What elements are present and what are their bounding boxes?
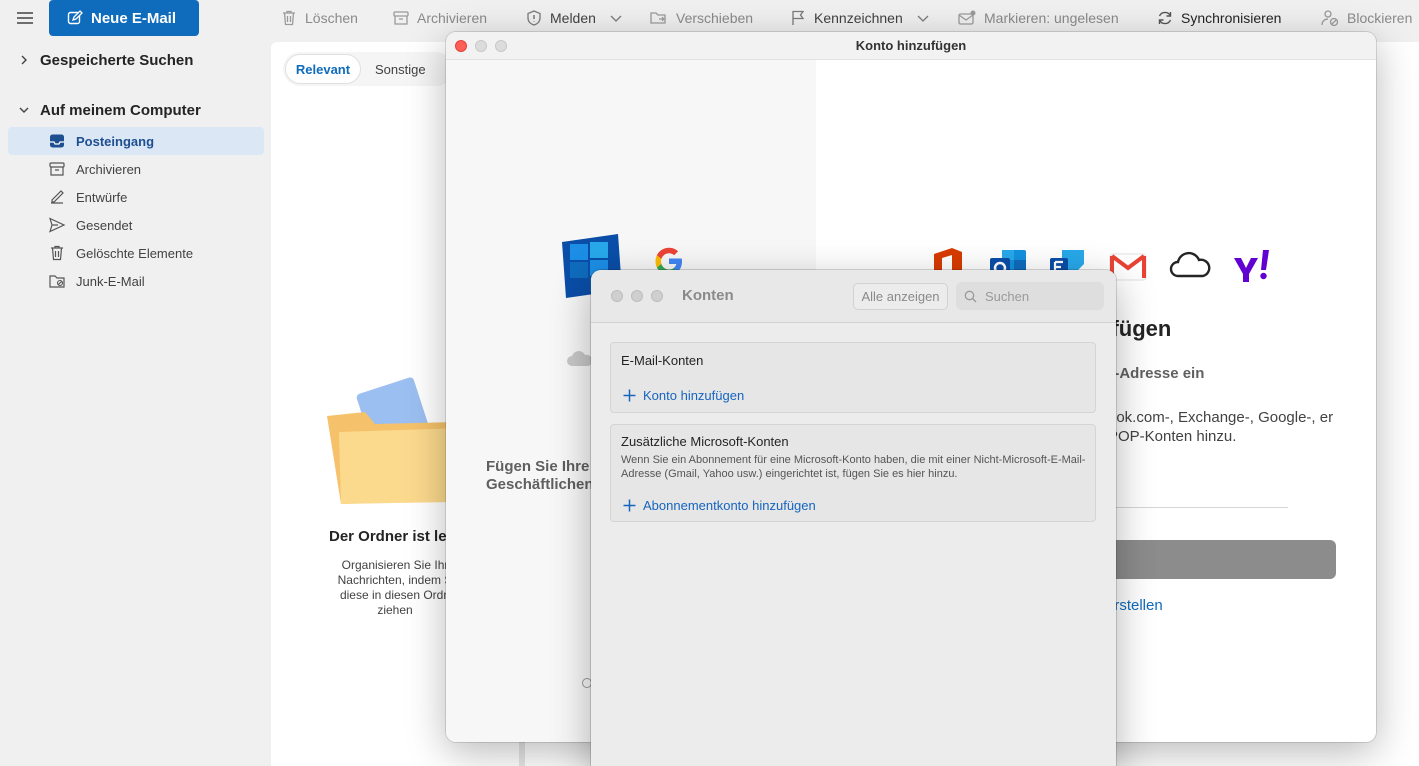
minimize-window-button[interactable] — [631, 290, 643, 302]
archive-button[interactable]: Archivieren — [392, 8, 487, 28]
chevron-down-icon[interactable] — [609, 11, 623, 25]
compose-icon — [67, 10, 83, 25]
tab-other[interactable]: Sonstige — [375, 54, 445, 84]
draft-icon — [51, 190, 64, 204]
section-label: Auf meinem Computer — [40, 101, 201, 119]
microsoft-accounts-card: Zusätzliche Microsoft-Konten Wenn Sie ei… — [610, 424, 1096, 522]
flag-button[interactable]: Kennzeichnen — [789, 8, 930, 28]
icloud-icon — [567, 351, 593, 366]
add-account-label: Konto hinzufügen — [643, 388, 745, 403]
add-account-instruction: il-Adresse ein — [1106, 365, 1205, 382]
archive-icon — [49, 162, 65, 176]
on-my-computer-section[interactable]: Auf meinem Computer — [18, 98, 201, 122]
add-account-description: ook.com-, Exchange-, Google-, er POP-Kon… — [1108, 409, 1334, 445]
block-button[interactable]: Blockieren — [1320, 8, 1412, 28]
mark-unread-button[interactable]: Markieren: ungelesen — [957, 8, 1119, 28]
move-button[interactable]: Verschieben — [649, 8, 753, 28]
accounts-titlebar: Konten Alle anzeigen Suchen — [591, 270, 1116, 323]
sent-icon — [49, 217, 66, 233]
window-titlebar: Konto hinzufügen — [446, 32, 1376, 60]
archive-label: Archivieren — [417, 10, 488, 26]
plus-icon — [623, 499, 636, 512]
chevron-right-icon — [21, 55, 27, 65]
show-all-button[interactable]: Alle anzeigen — [853, 283, 948, 310]
yahoo-icon — [1234, 250, 1269, 282]
add-subscription-label: Abonnementkonto hinzufügen — [643, 498, 816, 513]
email-accounts-card: E-Mail-Konten Konto hinzufügen — [610, 342, 1096, 413]
folder-label: Gesendet — [76, 217, 133, 233]
pane-divider[interactable] — [519, 738, 525, 766]
icloud-icon — [1169, 251, 1211, 278]
folder-junk[interactable]: Junk-E-Mail — [8, 267, 264, 295]
pivot-tabs: Relevant Sonstige — [283, 52, 453, 86]
microsoft-accounts-title: Zusätzliche Microsoft-Konten — [621, 434, 789, 449]
delete-button[interactable]: Löschen — [280, 8, 358, 28]
add-subscription-link[interactable]: Abonnementkonto hinzufügen — [623, 498, 816, 513]
accounts-window: Konten Alle anzeigen Suchen E-Mail-Konte… — [591, 270, 1116, 766]
report-button[interactable]: Melden — [525, 8, 623, 28]
plus-icon — [623, 389, 636, 402]
folder-label: Junk-E-Mail — [76, 273, 145, 289]
search-field[interactable]: Suchen — [956, 282, 1104, 310]
email-accounts-title: E-Mail-Konten — [621, 353, 704, 368]
folder-sent[interactable]: Gesendet — [8, 211, 264, 239]
microsoft-accounts-description: Wenn Sie ein Abonnement für eine Microso… — [621, 454, 1086, 480]
archive-icon — [393, 11, 409, 25]
folder-drafts[interactable]: Entwürfe — [8, 183, 264, 211]
trash-icon — [51, 245, 63, 261]
saved-searches-section[interactable]: Gespeicherte Suchen — [18, 48, 193, 72]
empty-folder-title: Der Ordner ist le — [329, 528, 447, 545]
toolbar: Neue E-Mail Löschen Archivieren Melden V… — [0, 0, 1419, 36]
folder-label: Gelöschte Elemente — [76, 245, 194, 261]
mark-unread-label: Markieren: ungelesen — [984, 10, 1119, 26]
zoom-window-button[interactable] — [651, 290, 663, 302]
accounts-title: Konten — [682, 287, 734, 304]
sync-label: Synchronisieren — [1181, 10, 1282, 26]
inbox-icon — [50, 134, 64, 148]
chevron-down-icon[interactable] — [916, 11, 930, 25]
new-mail-label: Neue E-Mail — [91, 9, 177, 27]
window-title: Konto hinzufügen — [855, 38, 967, 53]
search-placeholder: Suchen — [985, 288, 1030, 304]
block-label: Blockieren — [1347, 10, 1413, 26]
envelope-dot-icon — [958, 10, 976, 25]
add-account-link[interactable]: Konto hinzufügen — [623, 388, 744, 403]
delete-label: Löschen — [305, 10, 358, 26]
folder-deleted[interactable]: Gelöschte Elemente — [8, 239, 264, 267]
section-label: Gespeicherte Suchen — [40, 51, 194, 69]
flag-icon — [792, 10, 805, 25]
move-label: Verschieben — [676, 10, 754, 26]
search-icon — [964, 290, 977, 302]
flag-label: Kennzeichnen — [814, 10, 903, 26]
new-mail-button[interactable]: Neue E-Mail — [49, 0, 199, 36]
folder-archive[interactable]: Archivieren — [8, 155, 264, 183]
folder-inbox[interactable]: Posteingang — [8, 127, 264, 155]
sync-button[interactable]: Synchronisieren — [1156, 8, 1281, 28]
folder-label: Posteingang — [76, 133, 155, 149]
block-person-icon — [1321, 10, 1339, 27]
folder-sidebar: Gespeicherte Suchen Auf meinem Computer … — [0, 36, 270, 766]
folder-label: Archivieren — [76, 161, 142, 177]
sync-icon — [1158, 11, 1172, 25]
close-window-button[interactable] — [611, 290, 623, 302]
chevron-down-icon — [19, 107, 29, 113]
shield-icon — [527, 10, 541, 26]
menu-icon[interactable] — [14, 7, 36, 29]
move-folder-icon — [650, 12, 666, 24]
tab-relevant[interactable]: Relevant — [285, 54, 361, 84]
report-label: Melden — [550, 10, 596, 26]
junk-icon — [49, 275, 65, 288]
trash-icon — [283, 10, 295, 26]
folder-label: Entwürfe — [76, 189, 128, 205]
